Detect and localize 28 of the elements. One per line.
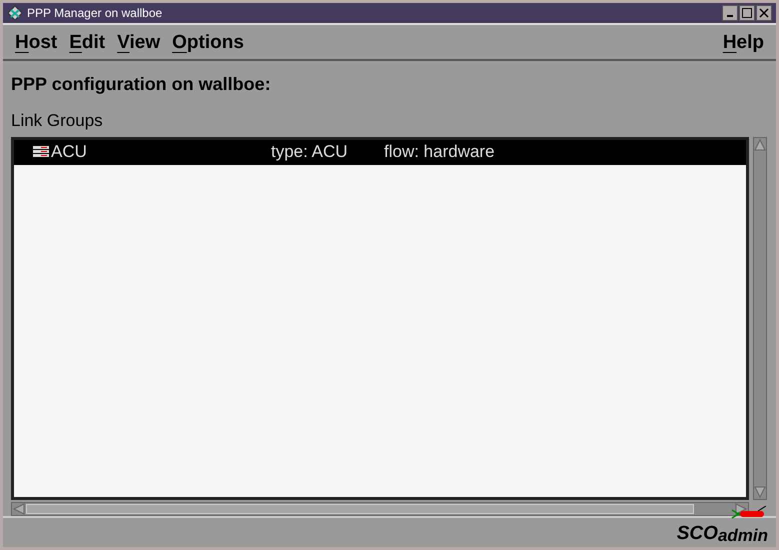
scroll-thumb[interactable] <box>26 504 694 514</box>
close-button[interactable] <box>756 5 772 21</box>
horizontal-scrollbar[interactable] <box>11 502 749 516</box>
menu-item[interactable]: View <box>113 32 164 52</box>
minimize-button[interactable] <box>722 5 738 21</box>
maximize-button[interactable] <box>739 5 755 21</box>
window-title: PPP Manager on wallboe <box>27 5 164 22</box>
logo-brand: SCO <box>676 522 718 546</box>
modem-icon <box>33 146 49 158</box>
group-name: ACU <box>51 141 88 164</box>
up-arrow-icon <box>754 138 766 152</box>
menu-item[interactable]: Options <box>168 32 248 52</box>
left-arrow-icon <box>12 502 26 514</box>
list-label: Link Groups <box>11 110 104 132</box>
menu-item[interactable]: Help <box>718 32 768 52</box>
down-arrow-icon <box>754 484 766 498</box>
heading: PPP configuration on wallboe: <box>11 73 272 96</box>
menu-item[interactable]: Edit <box>65 32 110 52</box>
app-icon <box>7 5 23 21</box>
group-flow: flow: hardware <box>384 141 495 164</box>
logo-product: admin <box>718 525 768 547</box>
vertical-scrollbar[interactable] <box>753 136 767 500</box>
menu-item[interactable]: Host <box>11 32 62 52</box>
list-row[interactable]: ACU type: ACU flow: hardware <box>14 140 746 164</box>
logo-icon <box>730 506 768 520</box>
right-arrow-icon <box>734 502 748 514</box>
group-type: type: ACU <box>271 141 349 164</box>
close-icon <box>759 8 769 18</box>
